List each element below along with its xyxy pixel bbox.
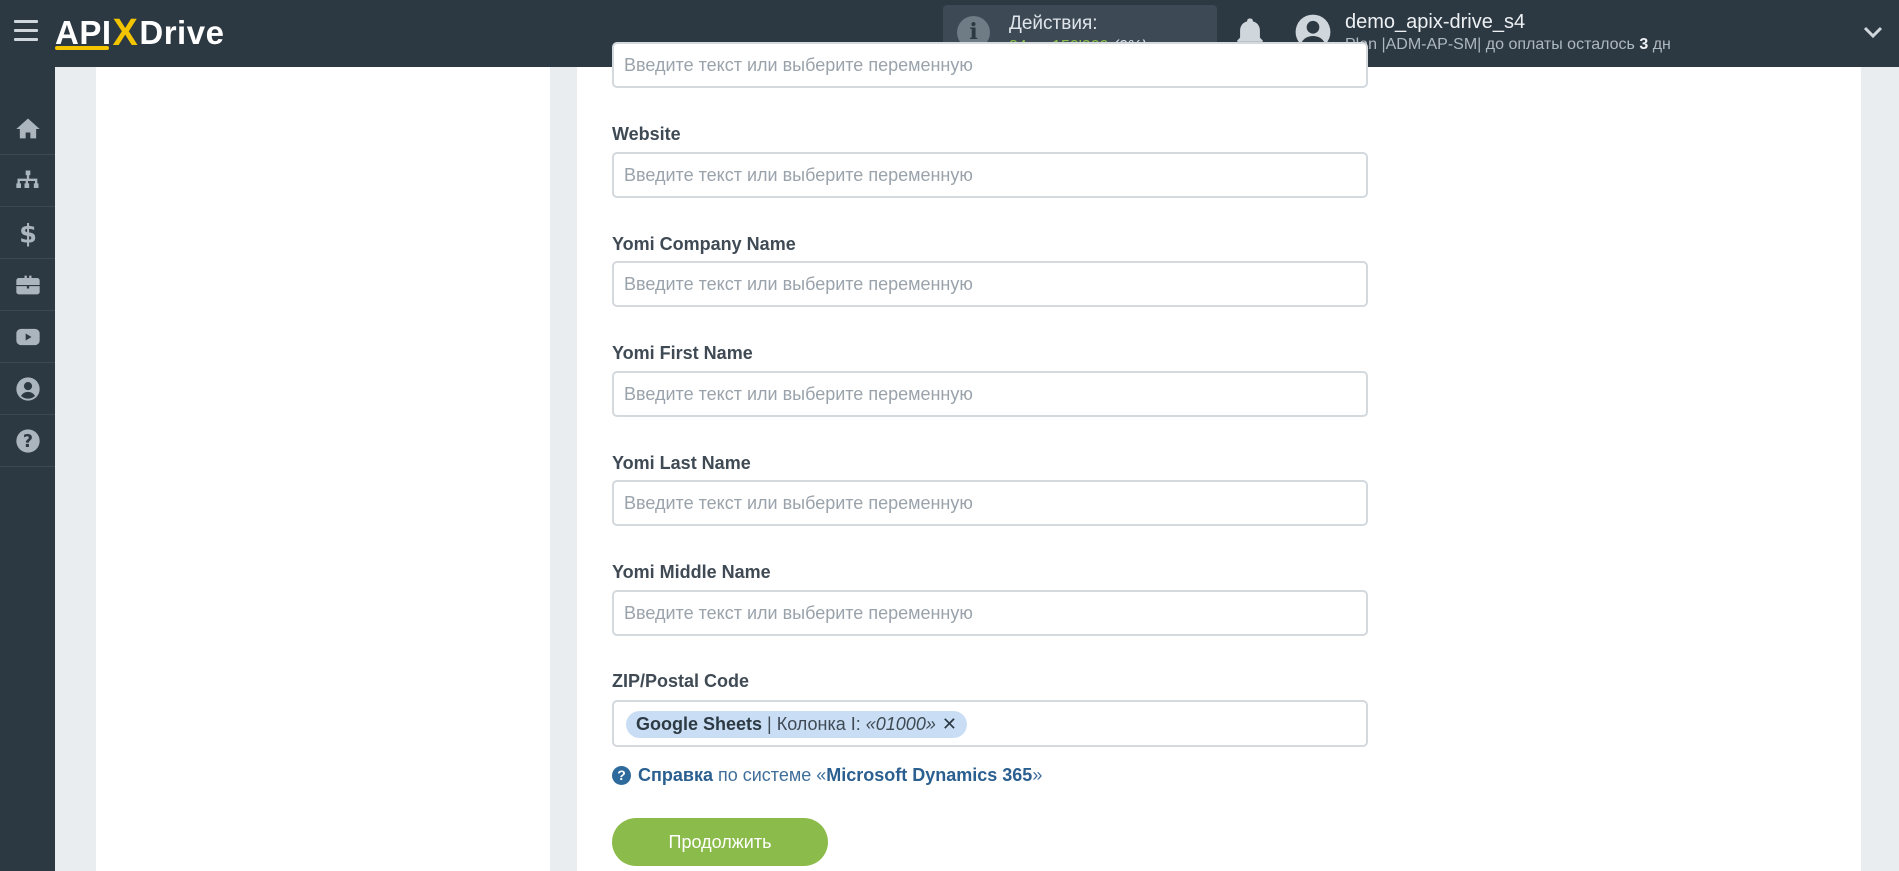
yomi-company-name-input[interactable] xyxy=(612,261,1368,307)
field-label-yomi-last: Yomi Last Name xyxy=(612,453,751,473)
zip-postal-code-input[interactable]: Google Sheets | Колонка I: «01000» ✕ xyxy=(612,700,1368,747)
user-icon xyxy=(15,376,40,401)
chevron-down-icon[interactable] xyxy=(1862,24,1884,40)
sidebar-item-profile[interactable] xyxy=(0,363,55,415)
sidebar-item-services[interactable] xyxy=(0,259,55,311)
question-icon: ? xyxy=(15,428,40,453)
yomi-first-name-input[interactable] xyxy=(612,371,1368,417)
help-system-link[interactable]: Microsoft Dynamics 365 xyxy=(826,765,1032,786)
sidebar-item-home[interactable] xyxy=(0,103,55,155)
sidebar-item-video[interactable] xyxy=(0,311,55,363)
yomi-last-name-input[interactable] xyxy=(612,480,1368,526)
sidebar-item-billing[interactable]: $ xyxy=(0,207,55,259)
field-label-yomi-middle: Yomi Middle Name xyxy=(612,562,771,582)
tag-value: «01000» xyxy=(865,714,936,734)
question-circle-icon: ? xyxy=(612,766,631,785)
sitemap-icon xyxy=(15,170,39,188)
plan-days: 3 xyxy=(1639,36,1649,53)
tag-source: Google Sheets xyxy=(636,714,763,734)
plan-suffix: дн xyxy=(1652,36,1671,53)
remove-tag-icon[interactable]: ✕ xyxy=(942,714,957,735)
home-icon xyxy=(15,118,40,138)
help-end-text: » xyxy=(1032,765,1043,785)
help-middle-text: по системе « xyxy=(712,765,827,785)
field-label-zip: ZIP/Postal Code xyxy=(612,671,750,691)
logo-x: X xyxy=(112,11,139,54)
field-label-yomi-first: Yomi First Name xyxy=(612,343,753,363)
tag-separator: | Колонка I: xyxy=(762,714,866,734)
svg-text:?: ? xyxy=(22,431,32,451)
sidebar: $ ? xyxy=(0,67,55,871)
logo-drive: Drive xyxy=(139,14,225,51)
logo-underline xyxy=(55,46,109,50)
briefcase-icon xyxy=(15,275,40,294)
variable-tag[interactable]: Google Sheets | Колонка I: «01000» ✕ xyxy=(626,711,967,738)
help-link[interactable]: Справка xyxy=(638,765,713,786)
website-input[interactable] xyxy=(612,152,1368,198)
field-label-website: Website xyxy=(612,124,681,144)
field-label-yomi-company: Yomi Company Name xyxy=(612,234,796,254)
youtube-icon xyxy=(15,328,40,345)
apix-drive-logo[interactable]: API X Drive xyxy=(55,10,224,56)
previous-field-input[interactable] xyxy=(612,42,1368,88)
user-plan: Plan |ADM-AP-SM| до оплаты осталось 3 дн xyxy=(1345,36,1671,54)
help-line: ? Справка по системе « Microsoft Dynamic… xyxy=(612,765,1042,786)
yomi-middle-name-input[interactable] xyxy=(612,590,1368,636)
sidebar-item-help[interactable]: ? xyxy=(0,415,55,467)
left-panel xyxy=(96,67,550,871)
actions-title: Действия: xyxy=(1009,13,1098,34)
svg-text:$: $ xyxy=(19,219,37,247)
continue-button[interactable]: Продолжить xyxy=(612,818,828,866)
plan-prefix: Plan |ADM-AP-SM| до оплаты осталось xyxy=(1345,36,1635,53)
sidebar-item-connections[interactable] xyxy=(0,155,55,207)
user-name[interactable]: demo_apix-drive_s4 xyxy=(1345,11,1525,34)
dollar-icon: $ xyxy=(19,219,37,247)
menu-icon[interactable] xyxy=(14,20,38,42)
